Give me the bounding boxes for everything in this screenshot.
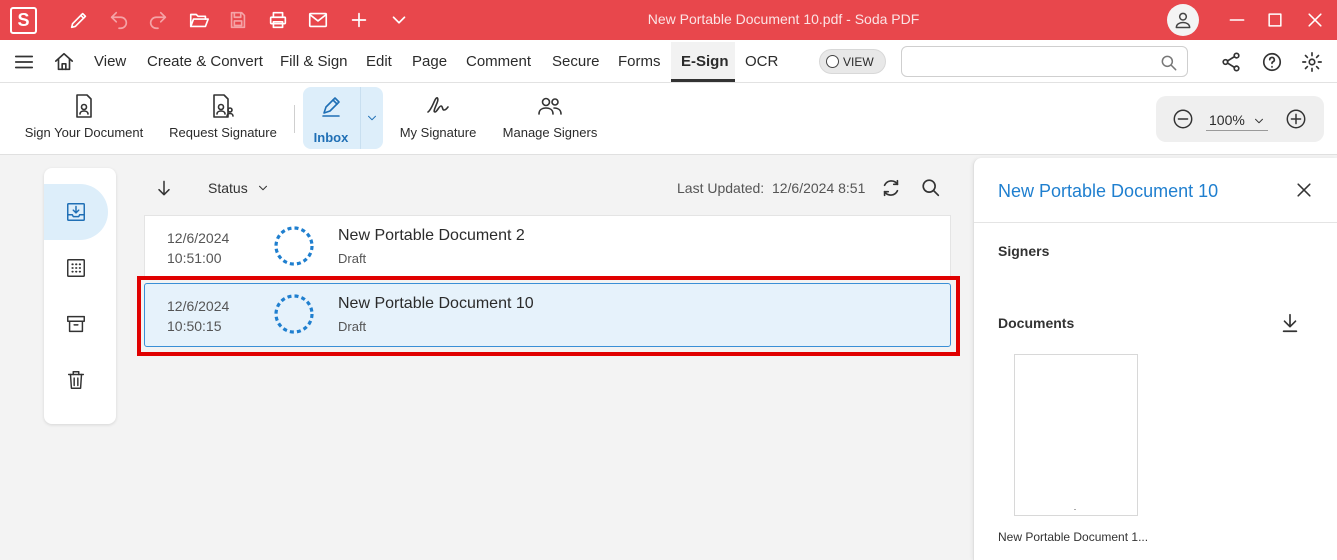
share-icon[interactable] xyxy=(1220,51,1242,73)
view-mode-toggle[interactable]: VIEW xyxy=(819,49,886,74)
highlight-box xyxy=(137,276,960,356)
row-datetime: 12/6/2024 10:51:00 xyxy=(167,228,229,268)
minimize-icon[interactable] xyxy=(1225,8,1249,32)
tab-fill-sign[interactable]: Fill & Sign xyxy=(280,53,348,70)
request-signature-button[interactable]: Request Signature xyxy=(169,83,277,155)
tab-view[interactable]: View xyxy=(94,53,126,70)
inbox-pen-icon xyxy=(319,93,343,124)
tab-create-convert[interactable]: Create & Convert xyxy=(147,53,263,70)
zoom-in-icon[interactable] xyxy=(1285,108,1307,135)
open-folder-icon[interactable] xyxy=(187,8,211,32)
inbox-button[interactable]: Inbox xyxy=(303,87,359,149)
soda-pdf-logo[interactable]: S xyxy=(10,7,37,34)
undo-icon[interactable] xyxy=(107,8,131,32)
maximize-icon[interactable] xyxy=(1263,8,1287,32)
user-avatar[interactable] xyxy=(1167,4,1199,36)
help-icon[interactable] xyxy=(1261,51,1283,73)
document-details-panel: New Portable Document 10 Signers Documen… xyxy=(973,158,1337,560)
thumbnail-label: New Portable Document 1... xyxy=(998,530,1149,544)
archive-icon xyxy=(67,315,85,333)
row-date: 12/6/2024 xyxy=(167,230,230,246)
chevron-down-icon[interactable] xyxy=(387,8,411,32)
active-tab-underline xyxy=(671,79,735,82)
esign-folder-rail xyxy=(44,168,116,424)
last-updated: Last Updated: 12/6/2024 8:51 xyxy=(677,180,865,196)
sign-your-document-button[interactable]: Sign Your Document xyxy=(25,83,143,155)
chevron-down-icon xyxy=(258,185,267,191)
rail-archive[interactable] xyxy=(44,296,108,352)
search-input[interactable] xyxy=(910,47,1160,76)
request-signature-icon xyxy=(210,93,236,119)
search-icon[interactable] xyxy=(1159,53,1179,78)
download-icon[interactable] xyxy=(1279,312,1301,339)
hamburger-menu-icon[interactable] xyxy=(13,51,35,73)
home-icon[interactable] xyxy=(53,51,75,73)
last-updated-label: Last Updated: xyxy=(677,180,765,196)
manage-signers-button[interactable]: Manage Signers xyxy=(502,83,598,155)
search-box xyxy=(901,46,1188,77)
panel-divider xyxy=(974,222,1337,223)
row-status: Draft xyxy=(338,251,367,266)
zoom-control: 100% xyxy=(1156,96,1324,142)
thumbnail-dot xyxy=(1074,509,1076,510)
pen-icon[interactable] xyxy=(67,8,91,32)
tab-comment[interactable]: Comment xyxy=(466,53,531,70)
inbox-dropdown-chevron-icon[interactable] xyxy=(360,87,383,149)
zoom-level-value: 100% xyxy=(1209,111,1245,128)
inbox-button-group: Inbox xyxy=(303,87,383,149)
dotted-square-icon xyxy=(67,259,85,277)
tab-forms[interactable]: Forms xyxy=(618,53,661,70)
rail-inbox[interactable] xyxy=(44,184,108,240)
plus-icon[interactable] xyxy=(347,8,371,32)
sign-document-icon xyxy=(72,93,96,119)
e-sign-ribbon: Sign Your Document Request Signature Inb… xyxy=(0,83,1337,155)
menu-bar: View Create & Convert Fill & Sign Edit P… xyxy=(0,40,1337,83)
refresh-icon[interactable] xyxy=(880,177,902,204)
panel-close-icon[interactable] xyxy=(1294,180,1314,205)
rail-drafts[interactable] xyxy=(44,240,108,296)
print-icon[interactable] xyxy=(266,8,290,32)
list-toolbar: Status Last Updated: 12/6/2024 8:51 xyxy=(144,168,950,208)
status-filter-dropdown[interactable]: Status xyxy=(208,180,270,196)
ribbon-divider xyxy=(294,105,295,133)
documents-heading: Documents xyxy=(998,315,1075,331)
row-time: 10:51:00 xyxy=(167,250,222,266)
manage-signers-icon xyxy=(537,93,563,119)
tab-e-sign[interactable]: E-Sign xyxy=(681,53,729,70)
signature-icon xyxy=(425,93,451,119)
mail-icon[interactable] xyxy=(306,8,330,32)
row-document-name: New Portable Document 2 xyxy=(338,227,525,244)
settings-gear-icon[interactable] xyxy=(1301,51,1323,73)
tab-secure[interactable]: Secure xyxy=(552,53,600,70)
tab-page[interactable]: Page xyxy=(412,53,447,70)
document-thumbnail[interactable] xyxy=(1014,354,1138,516)
status-filter-label: Status xyxy=(208,180,248,196)
my-signature-button[interactable]: My Signature xyxy=(399,83,477,155)
tab-ocr[interactable]: OCR xyxy=(745,53,778,70)
signers-heading: Signers xyxy=(998,243,1050,259)
zoom-out-icon[interactable] xyxy=(1172,108,1194,135)
sort-arrow-down-icon[interactable] xyxy=(154,178,174,203)
close-icon[interactable] xyxy=(1303,8,1327,32)
last-updated-value: 12/6/2024 8:51 xyxy=(771,180,866,196)
rail-trash[interactable] xyxy=(44,352,108,408)
view-toggle-label: VIEW xyxy=(843,54,874,69)
save-icon[interactable] xyxy=(226,8,250,32)
draft-status-icon xyxy=(274,226,314,266)
panel-title: New Portable Document 10 xyxy=(998,181,1219,201)
zoom-level-select[interactable]: 100% xyxy=(1206,109,1268,131)
list-item[interactable]: 12/6/2024 10:51:00 New Portable Document… xyxy=(144,215,951,279)
list-search-icon[interactable] xyxy=(920,177,942,204)
title-bar: S New Portable Document 10.pdf - Soda PD… xyxy=(0,0,1337,40)
tab-edit[interactable]: Edit xyxy=(366,53,392,70)
toggle-knob xyxy=(826,55,839,68)
chevron-down-icon xyxy=(1252,114,1266,131)
inbox-tray-icon xyxy=(67,203,85,221)
trash-icon xyxy=(67,371,85,389)
redo-icon[interactable] xyxy=(146,8,170,32)
